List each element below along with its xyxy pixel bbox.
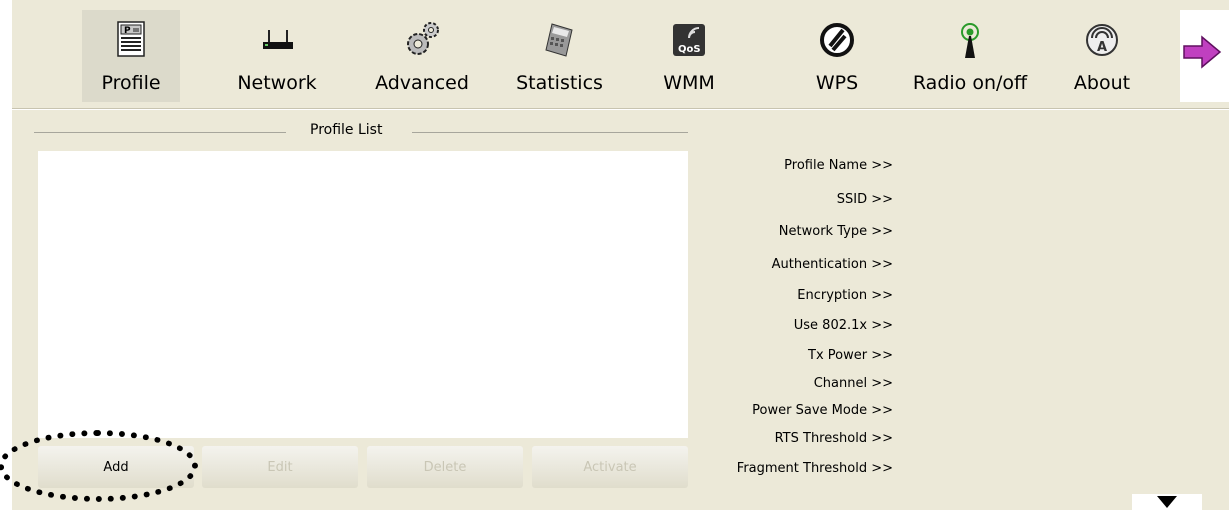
tool-profile[interactable]: P Profile — [82, 10, 180, 102]
profile-list-title: Profile List — [310, 122, 383, 138]
svg-text:P: P — [124, 26, 131, 36]
tool-label: Profile — [101, 72, 161, 94]
tool-advanced[interactable]: Advanced — [367, 10, 477, 102]
group-line — [34, 132, 286, 133]
tool-wmm[interactable]: QoS WMM — [650, 10, 728, 102]
network-router-icon — [257, 20, 297, 60]
activate-button[interactable]: Activate — [532, 446, 688, 488]
encryption-label: Encryption >> — [797, 288, 893, 303]
toolbar-divider-highlight — [12, 109, 1229, 110]
advanced-gears-icon — [402, 20, 442, 60]
tool-about[interactable]: A About — [1062, 10, 1142, 102]
toolbar-scroll-area — [1180, 10, 1229, 102]
scroll-down-arrow-icon[interactable] — [1132, 494, 1202, 510]
tool-label: WPS — [815, 72, 859, 94]
tool-label: Statistics — [516, 72, 603, 94]
edit-button[interactable]: Edit — [202, 446, 358, 488]
tool-label: Advanced — [375, 72, 469, 94]
radio-antenna-icon — [950, 20, 990, 60]
power-save-mode-label: Power Save Mode >> — [752, 403, 893, 418]
tool-label: About — [1073, 72, 1131, 94]
tool-wps[interactable]: WPS — [797, 10, 877, 102]
tool-label: Radio on/off — [912, 72, 1028, 94]
channel-label: Channel >> — [813, 376, 893, 391]
fragment-threshold-label: Fragment Threshold >> — [736, 461, 893, 476]
network-type-label: Network Type >> — [778, 224, 893, 239]
tool-network[interactable]: Network — [222, 10, 332, 102]
wps-icon — [817, 20, 857, 60]
tool-radio-on-off[interactable]: Radio on/off — [900, 10, 1040, 102]
tool-label: Network — [237, 72, 317, 94]
next-arrow-icon[interactable] — [1182, 34, 1222, 74]
tool-statistics[interactable]: Statistics — [502, 10, 617, 102]
tx-power-label: Tx Power >> — [808, 348, 893, 363]
rts-threshold-label: RTS Threshold >> — [774, 431, 893, 446]
statistics-calculator-icon — [540, 20, 580, 60]
wmm-qos-icon: QoS — [669, 20, 709, 60]
toolbar: P Profile Network Advanced Statistics Qo… — [12, 0, 1229, 108]
svg-text:A: A — [1097, 40, 1107, 55]
delete-button[interactable]: Delete — [367, 446, 523, 488]
svg-text:QoS: QoS — [678, 44, 701, 55]
group-line — [412, 132, 688, 133]
authentication-label: Authentication >> — [771, 257, 893, 272]
about-icon: A — [1082, 20, 1122, 60]
tool-label: WMM — [663, 72, 715, 94]
profile-icon: P — [111, 20, 151, 60]
profile-list[interactable] — [38, 151, 688, 438]
add-button[interactable]: Add — [38, 446, 194, 488]
main-window: P Profile Network Advanced Statistics Qo… — [12, 0, 1229, 510]
use-8021x-label: Use 802.1x >> — [793, 318, 893, 333]
ssid-label: SSID >> — [836, 192, 893, 207]
profile-name-label: Profile Name >> — [784, 158, 893, 173]
